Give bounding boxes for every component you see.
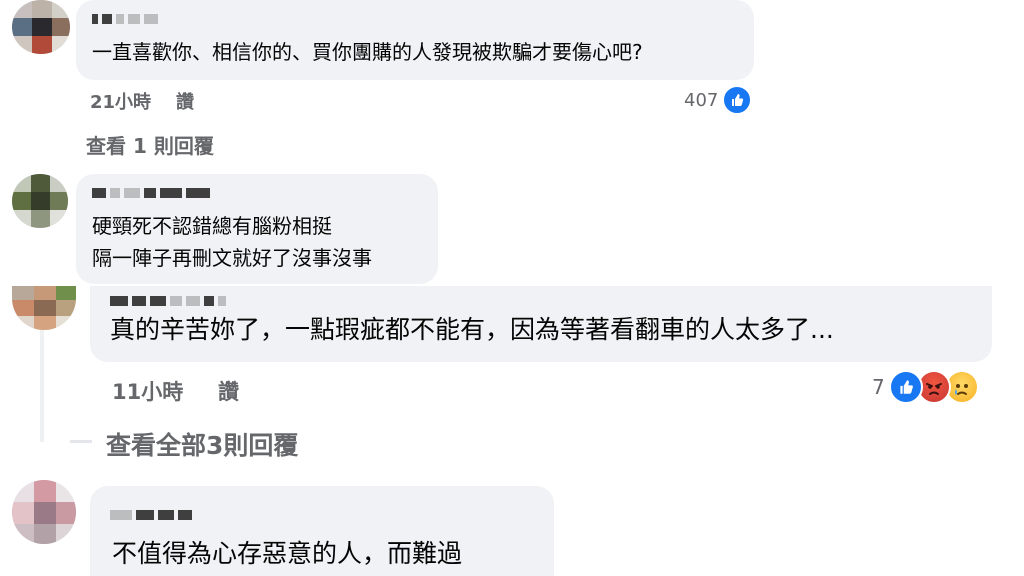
comment-text: 一直喜歡你、相信你的、買你團購的人發現被欺騙才要傷心吧? — [92, 40, 643, 64]
like-icon — [888, 370, 923, 404]
like-icon — [722, 85, 753, 115]
like-button[interactable]: 讚 — [176, 88, 194, 114]
comment-text: 不值得為心存惡意的人，而難過 — [112, 539, 463, 568]
author-name[interactable] — [110, 508, 192, 522]
thread-line — [70, 440, 92, 443]
reaction-summary[interactable]: 407 — [684, 85, 753, 115]
comment-time[interactable]: 11小時 — [112, 376, 183, 406]
comment-time[interactable]: 21小時 — [90, 88, 151, 114]
avatar[interactable] — [12, 0, 70, 54]
reaction-summary[interactable]: 7 — [872, 370, 979, 404]
author-name[interactable] — [110, 294, 226, 308]
comment-text-line: 隔一陣子再刪文就好了沒事沒事 — [92, 246, 372, 270]
view-replies-link[interactable]: 查看 1 則回覆 — [86, 130, 214, 159]
comment-text: 真的辛苦妳了，一點瑕疵都不能有，因為等著看翻車的人太多了... — [110, 315, 834, 344]
author-name[interactable] — [92, 12, 158, 26]
thread-line — [40, 330, 44, 442]
reaction-count: 407 — [684, 89, 719, 111]
view-all-replies-link[interactable]: 查看全部3則回覆 — [106, 426, 298, 462]
avatar[interactable] — [12, 480, 76, 544]
comment-text-line: 硬頸死不認錯總有腦粉相挺 — [92, 214, 332, 238]
avatar[interactable] — [12, 286, 76, 330]
like-button[interactable]: 讚 — [218, 376, 239, 406]
author-name[interactable] — [92, 186, 210, 200]
reaction-count: 7 — [872, 375, 885, 399]
avatar[interactable] — [12, 174, 68, 228]
